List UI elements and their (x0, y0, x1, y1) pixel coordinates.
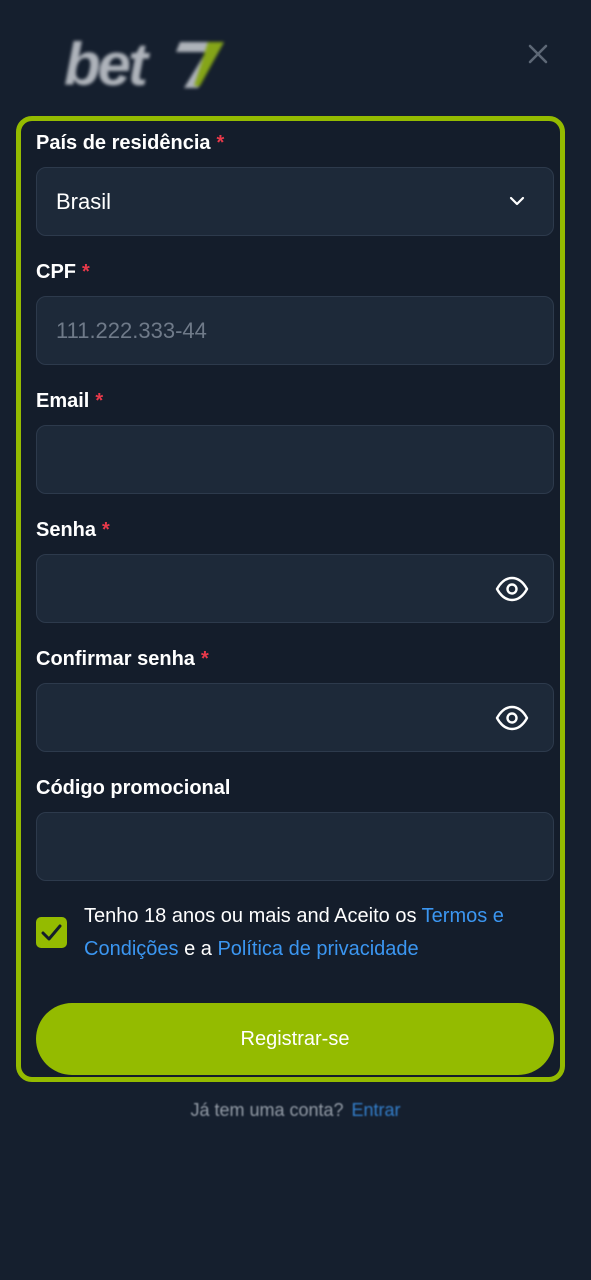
required-mark: * (200, 648, 209, 670)
terms-checkbox[interactable] (36, 917, 67, 948)
country-label: País de residência * (36, 131, 224, 155)
email-label-text: Email (36, 390, 90, 412)
confirm-password-input[interactable] (37, 684, 553, 751)
promo-code-label-text: Código promocional (36, 777, 231, 799)
eye-icon[interactable] (495, 574, 529, 604)
email-field-box (36, 425, 554, 494)
terms-text-part-2: e a (178, 938, 218, 960)
country-label-text: País de residência (36, 132, 211, 154)
cpf-field-box (36, 296, 554, 365)
cpf-input[interactable] (37, 297, 553, 364)
confirm-password-field-box (36, 683, 554, 752)
promo-code-label: Código promocional (36, 776, 230, 800)
checkmark-icon (41, 924, 62, 941)
cpf-label-text: CPF (36, 261, 76, 283)
promo-code-input[interactable] (37, 813, 553, 880)
required-mark: * (95, 390, 104, 412)
brand-logo: bet7 bet (64, 34, 224, 96)
close-icon (528, 44, 548, 64)
terms-text-part-1: Tenho 18 anos ou mais and Aceito os (84, 905, 422, 927)
required-mark: * (216, 132, 225, 154)
promo-code-field-box (36, 812, 554, 881)
required-mark: * (82, 261, 90, 283)
password-input[interactable] (37, 555, 553, 622)
login-question: Já tem uma conta? (190, 1100, 344, 1120)
register-button[interactable]: Registrar-se (36, 1003, 554, 1075)
cpf-label: CPF * (36, 260, 90, 284)
confirm-password-label: Confirmar senha * (36, 647, 209, 671)
chevron-down-icon (509, 196, 525, 206)
close-button[interactable] (524, 40, 552, 68)
country-select[interactable]: Brasil (36, 167, 554, 236)
privacy-policy-link[interactable]: Política de privacidade (217, 938, 418, 960)
brand-logo-wordmark: bet (64, 31, 148, 98)
terms-text: Tenho 18 anos ou mais and Aceito os Term… (84, 900, 554, 966)
login-prompt: Já tem uma conta? Entrar (0, 1100, 591, 1121)
country-select-value: Brasil (56, 189, 112, 214)
password-label-text: Senha (36, 519, 97, 541)
password-label: Senha * (36, 518, 110, 542)
seven-logo-mark (176, 42, 224, 88)
email-input[interactable] (37, 426, 553, 493)
eye-icon[interactable] (495, 703, 529, 733)
password-field-box (36, 554, 554, 623)
login-link[interactable]: Entrar (352, 1100, 401, 1120)
email-label: Email * (36, 389, 103, 413)
confirm-password-label-text: Confirmar senha (36, 648, 195, 670)
required-mark: * (102, 519, 110, 541)
